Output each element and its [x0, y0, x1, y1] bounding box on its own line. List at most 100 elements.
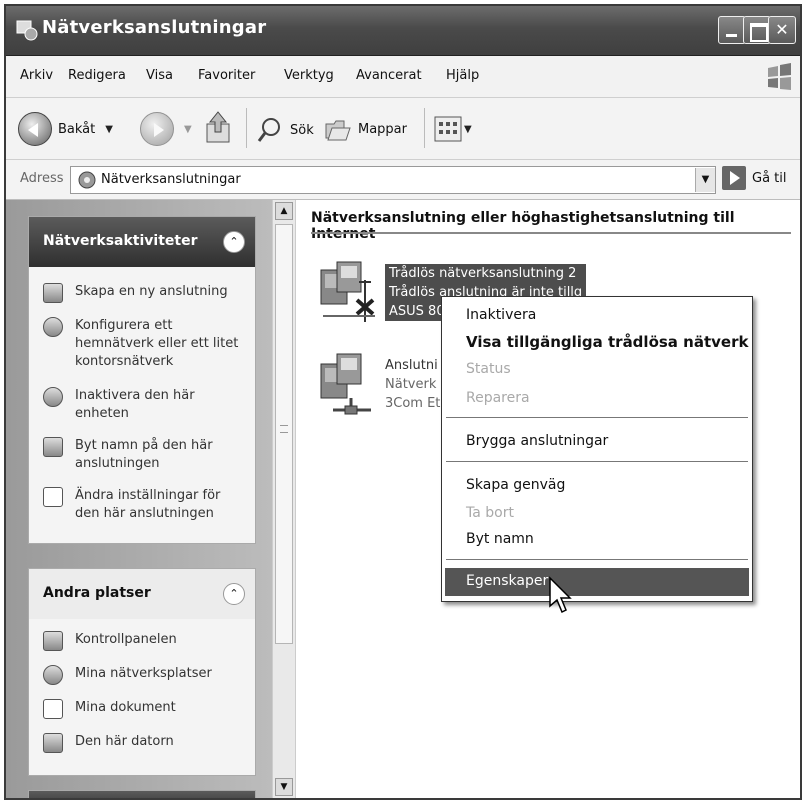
- place-my-computer[interactable]: Den här datorn: [43, 733, 243, 753]
- views-button[interactable]: ▼: [434, 116, 472, 142]
- task-change-settings[interactable]: Ändra inställningar för den här anslutni…: [43, 487, 243, 523]
- task-label: Byt namn på den här anslutningen: [75, 438, 213, 471]
- search-label: Sök: [290, 122, 314, 138]
- mouse-pointer-icon: [549, 576, 572, 614]
- chevron-up-icon[interactable]: ⌃: [223, 583, 245, 605]
- go-label: Gå til: [752, 170, 787, 186]
- task-home-network[interactable]: Konfigurera ett hemnätverk eller ett lit…: [43, 317, 243, 371]
- network-tasks-header[interactable]: Nätverksaktiviteter ⌃: [29, 217, 255, 267]
- network-connections-icon: [78, 171, 96, 189]
- address-dropdown-button[interactable]: ▼: [695, 168, 715, 192]
- chevron-up-icon[interactable]: ⌃: [223, 231, 245, 253]
- rename-icon: [43, 437, 63, 457]
- title-bar[interactable]: Nätverksanslutningar ✕: [6, 6, 800, 56]
- place-my-documents[interactable]: Mina dokument: [43, 699, 243, 719]
- menu-separator: [446, 461, 748, 462]
- context-menu: Inaktivera Visa tillgängliga trådlösa nä…: [441, 296, 753, 602]
- chevron-down-icon: ▼: [105, 123, 113, 135]
- menu-avancerat[interactable]: Avancerat: [356, 68, 422, 83]
- place-control-panel[interactable]: Kontrollpanelen: [43, 631, 243, 651]
- group-header: Nätverksanslutning eller höghastighetsan…: [311, 210, 735, 242]
- menu-separator: [446, 559, 748, 560]
- explorer-window: Nätverksanslutningar ✕ Arkiv Redigera Vi…: [4, 4, 802, 800]
- menu-item-byt-namn[interactable]: Byt namn: [466, 531, 534, 547]
- menu-redigera[interactable]: Redigera: [68, 68, 126, 83]
- menu-arkiv[interactable]: Arkiv: [20, 68, 53, 83]
- details-panel: [28, 790, 256, 798]
- address-label: Adress: [20, 171, 64, 186]
- scroll-thumb[interactable]: [275, 224, 293, 644]
- menu-separator: [446, 417, 748, 418]
- scroll-up-button[interactable]: ▲: [275, 202, 293, 220]
- chevron-down-icon: ▼: [184, 123, 192, 135]
- menu-item-brygga-anslutningar[interactable]: Brygga anslutningar: [466, 433, 608, 449]
- connection-lan-label: Anslutni Nätverk 3Com Et: [385, 356, 440, 413]
- home-network-icon: [43, 317, 63, 337]
- lan-connection-icon: [320, 353, 371, 415]
- menu-item-egenskaper-label: Egenskaper: [466, 573, 549, 589]
- window-title: Nätverksanslutningar: [42, 17, 267, 38]
- search-button[interactable]: Sök: [256, 116, 314, 144]
- address-input[interactable]: Nätverksanslutningar ▼: [70, 166, 716, 194]
- menu-visa[interactable]: Visa: [146, 68, 173, 83]
- chevron-down-icon: ▼: [464, 123, 472, 135]
- task-pane: Nätverksaktiviteter ⌃ Skapa en ny anslut…: [6, 200, 272, 798]
- place-label: Mina dokument: [75, 700, 176, 715]
- vertical-scrollbar[interactable]: ▲ ▼: [272, 200, 296, 798]
- close-button[interactable]: ✕: [768, 16, 796, 44]
- connection-name: Trådlös nätverksanslutning 2: [389, 266, 577, 281]
- toolbar: Bakåt ▼ ▼ Sök Mappar ▼: [6, 98, 800, 160]
- place-label: Mina nätverksplatser: [75, 666, 212, 681]
- menu-bar: Arkiv Redigera Visa Favoriter Verktyg Av…: [6, 56, 800, 98]
- scroll-grip: [280, 425, 288, 433]
- folders-icon: [325, 120, 351, 141]
- disable-device-icon: [43, 387, 63, 407]
- go-button[interactable]: Gå til: [722, 166, 787, 190]
- place-network-places[interactable]: Mina nätverksplatser: [43, 665, 243, 685]
- other-places-title: Andra platser: [43, 585, 151, 601]
- back-button[interactable]: Bakåt ▼: [18, 112, 113, 146]
- address-bar: Adress Nätverksanslutningar ▼ Gå til: [6, 160, 800, 200]
- menu-item-skapa-genvag[interactable]: Skapa genväg: [466, 477, 565, 493]
- task-create-connection[interactable]: Skapa en ny anslutning: [43, 283, 243, 303]
- menu-hjalp[interactable]: Hjälp: [446, 68, 479, 83]
- forward-button[interactable]: ▼: [140, 112, 192, 146]
- connection-name: Anslutni: [385, 358, 438, 373]
- other-places-header[interactable]: Andra platser ⌃: [29, 569, 255, 619]
- details-header[interactable]: [29, 791, 255, 798]
- network-places-icon: [43, 665, 63, 685]
- connection-device: 3Com Et: [385, 396, 441, 411]
- folders-button[interactable]: Mappar: [324, 116, 407, 142]
- maximize-button[interactable]: [743, 16, 771, 44]
- forward-arrow-icon: [140, 112, 174, 146]
- menu-item-egenskaper[interactable]: Egenskaper: [445, 568, 749, 596]
- menu-item-ta-bort: Ta bort: [466, 505, 514, 521]
- network-tasks-title: Nätverksaktiviteter: [43, 233, 198, 249]
- place-label: Den här datorn: [75, 734, 174, 749]
- windows-logo-icon: [768, 63, 791, 90]
- connection-status: Nätverk: [385, 377, 437, 392]
- menu-favoriter[interactable]: Favoriter: [198, 68, 255, 83]
- toolbar-separator: [424, 108, 425, 148]
- views-icon: [434, 116, 462, 142]
- scroll-down-button[interactable]: ▼: [275, 778, 293, 796]
- task-label: Inaktivera den här enheten: [75, 388, 195, 421]
- up-folder-icon[interactable]: [204, 110, 234, 146]
- menu-item-inaktivera[interactable]: Inaktivera: [466, 307, 536, 323]
- network-tasks-panel: Nätverksaktiviteter ⌃ Skapa en ny anslut…: [28, 216, 256, 544]
- group-divider: [311, 232, 791, 234]
- back-label: Bakåt: [58, 121, 96, 137]
- menu-verktyg[interactable]: Verktyg: [284, 68, 334, 83]
- task-rename-connection[interactable]: Byt namn på den här anslutningen: [43, 437, 243, 473]
- toolbar-separator: [246, 108, 247, 148]
- menu-item-reparera: Reparera: [466, 390, 530, 406]
- other-places-panel: Andra platser ⌃ Kontrollpanelen Mina nät…: [28, 568, 256, 776]
- new-connection-icon: [43, 283, 63, 303]
- menu-item-status: Status: [466, 361, 511, 377]
- menu-item-visa-tradlosa-natverk[interactable]: Visa tillgängliga trådlösa nätverk: [466, 333, 748, 351]
- task-disable-device[interactable]: Inaktivera den här enheten: [43, 387, 243, 423]
- minimize-button[interactable]: [718, 16, 746, 44]
- search-icon: [257, 118, 280, 142]
- wireless-connection-icon: [320, 261, 375, 322]
- task-label: Ändra inställningar för den här anslutni…: [75, 488, 221, 521]
